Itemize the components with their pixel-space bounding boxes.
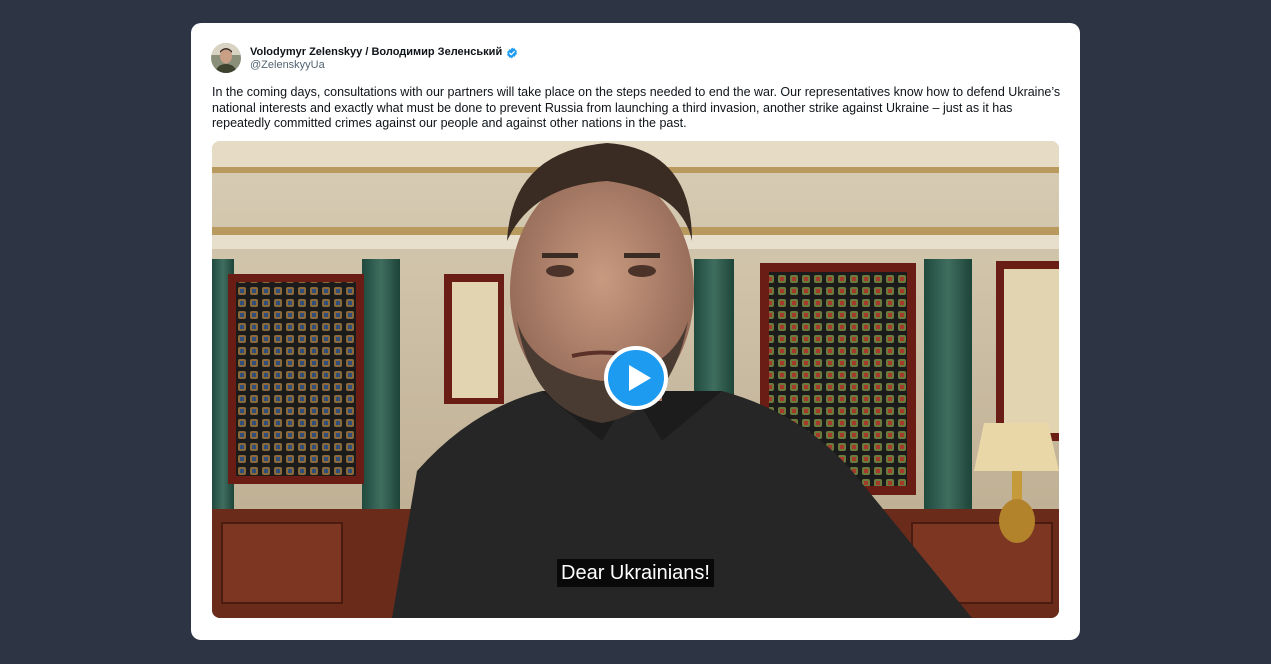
play-button[interactable] (604, 346, 668, 410)
author-handle[interactable]: @ZelenskyyUa (250, 59, 325, 71)
tweet-card[interactable]: Volodymyr Zelenskyy / Володимир Зеленськ… (191, 23, 1080, 640)
caption-text: Dear Ukrainians! (557, 559, 714, 587)
tweet-text: In the coming days, consultations with o… (212, 85, 1061, 130)
avatar[interactable] (211, 43, 241, 73)
video-caption: Dear Ukrainians! (212, 559, 1059, 587)
video-player[interactable]: Dear Ukrainians! (212, 141, 1059, 618)
verified-badge-icon (506, 46, 518, 59)
author-row: Volodymyr Zelenskyy / Володимир Зеленськ… (250, 44, 518, 60)
author-name[interactable]: Volodymyr Zelenskyy / Володимир Зеленськ… (250, 46, 502, 58)
play-icon[interactable] (604, 346, 668, 410)
